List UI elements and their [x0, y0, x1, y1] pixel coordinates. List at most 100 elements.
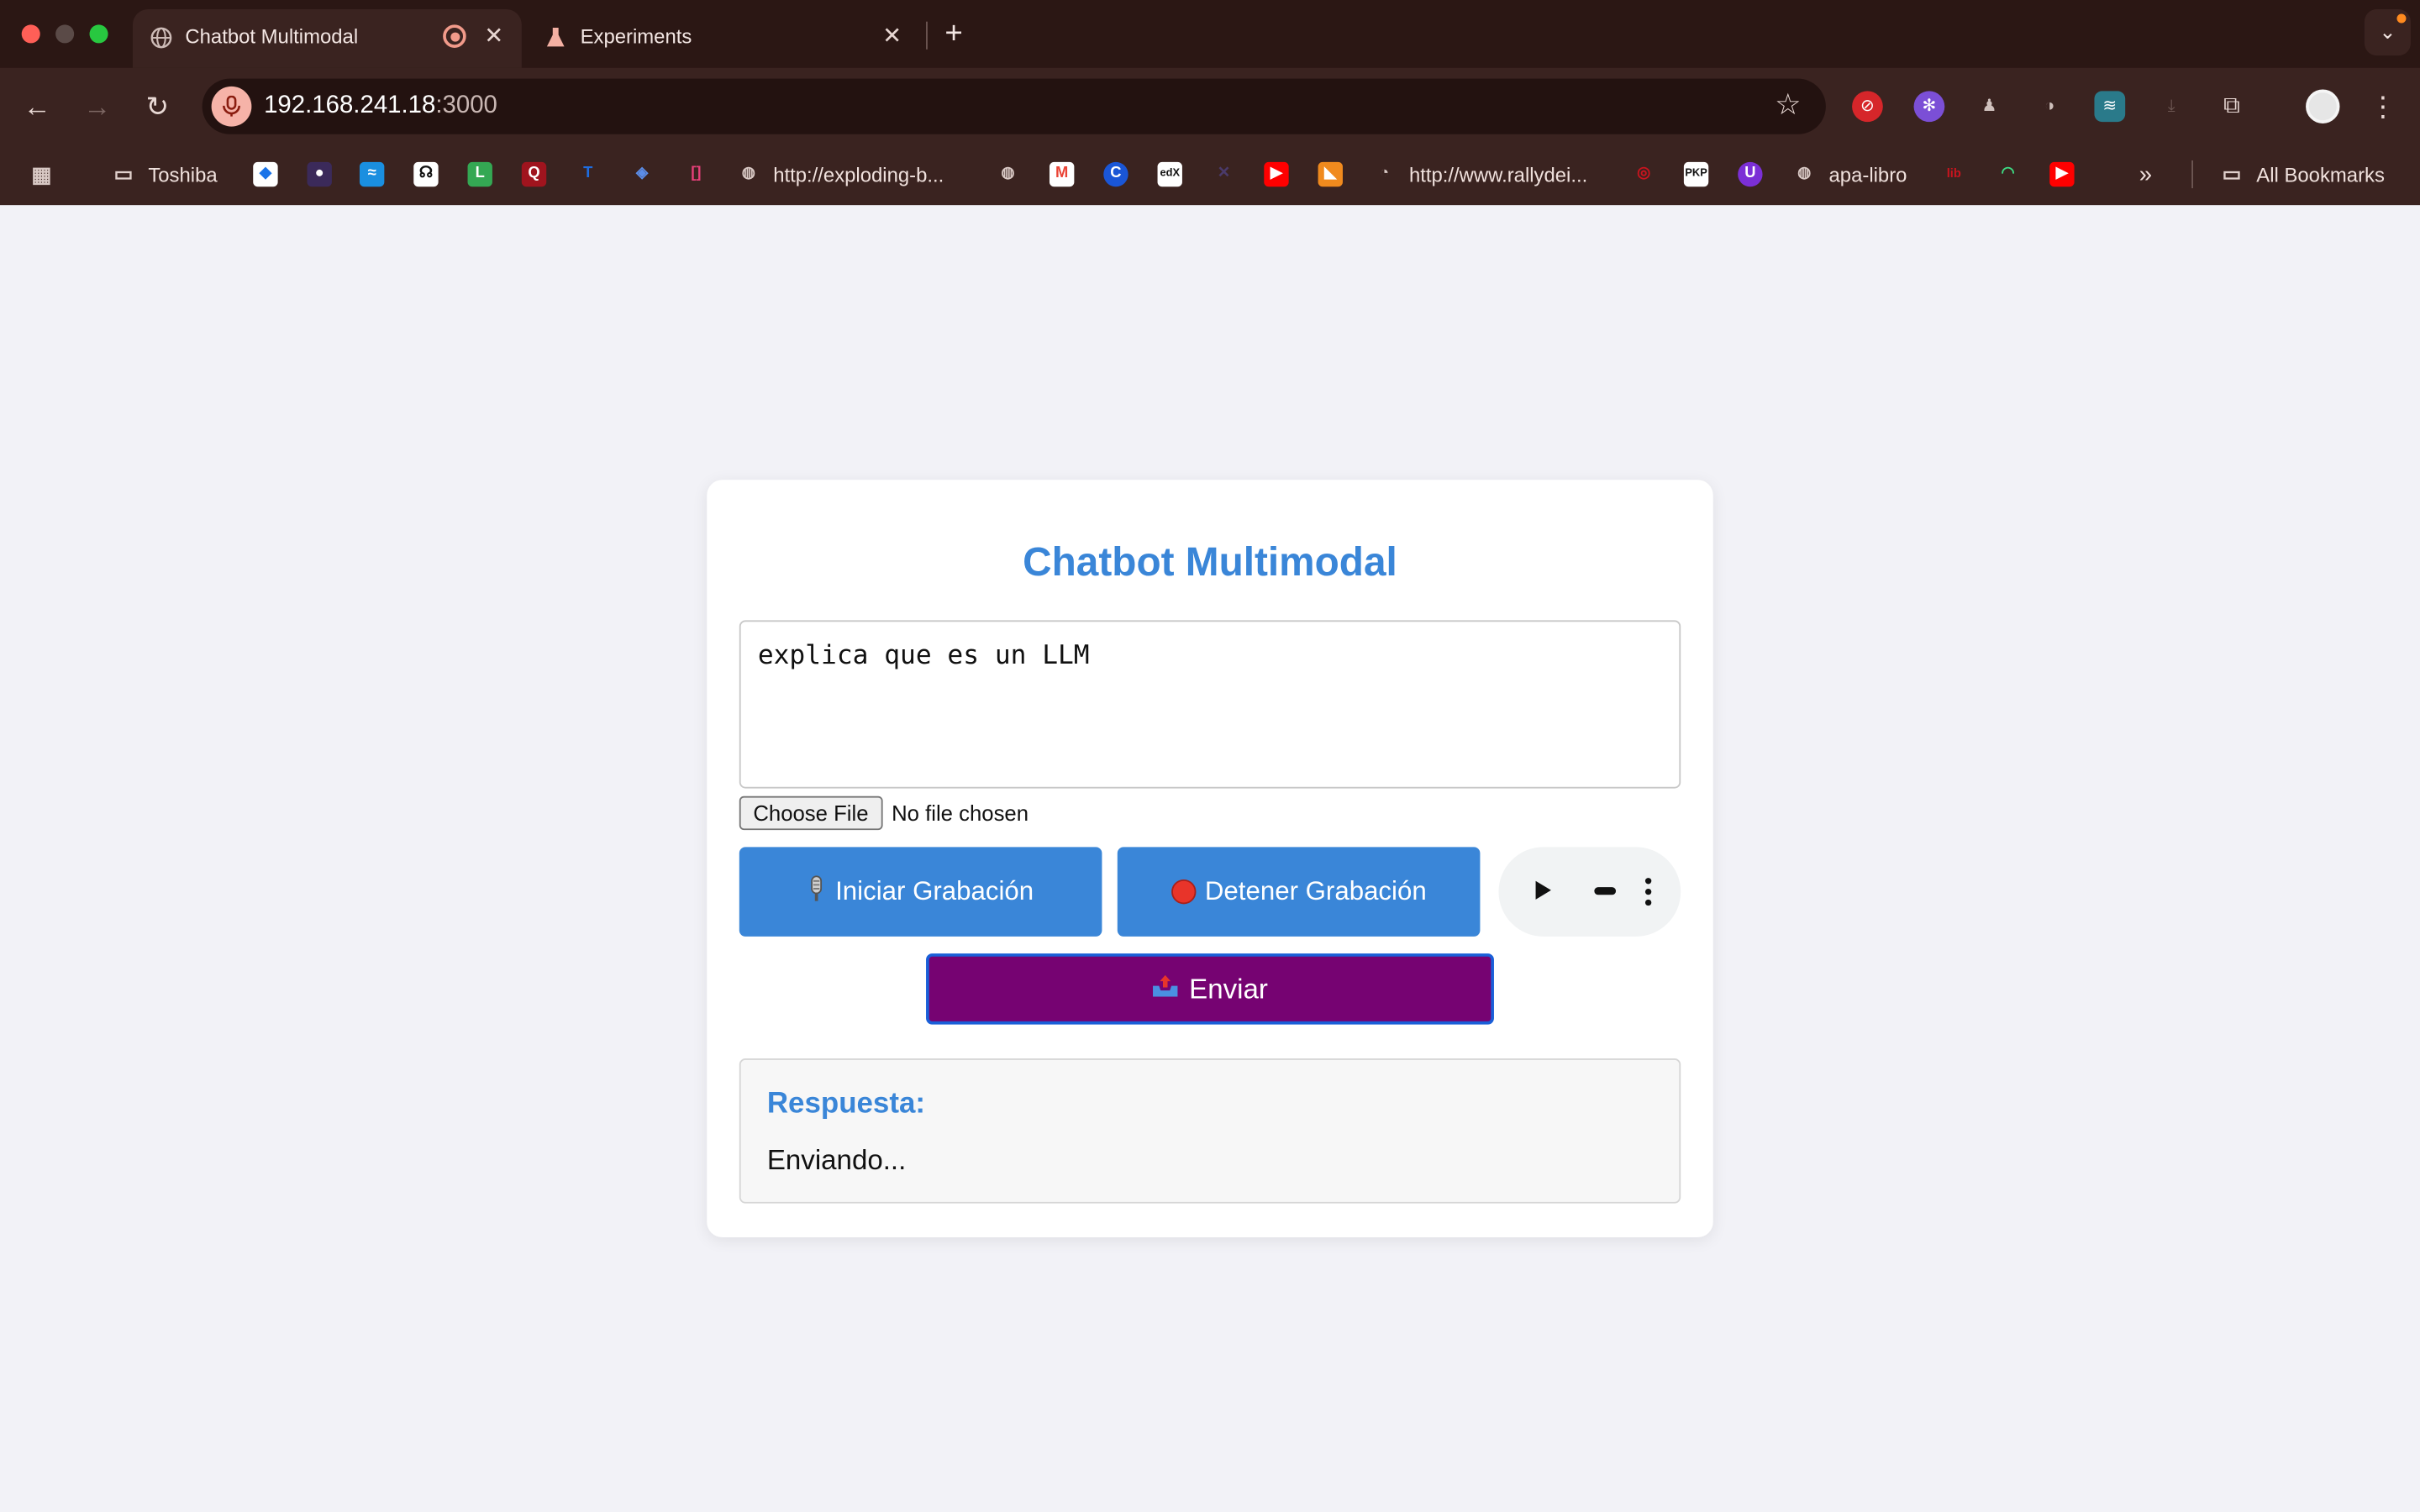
bookmark-label: http://exploding-b... — [773, 162, 944, 186]
back-button[interactable]: ← — [18, 88, 55, 125]
bookmark-icon-4[interactable]: ☊ — [413, 160, 450, 188]
youtube-icon-2[interactable]: ▶ — [2049, 160, 2086, 188]
folder-icon: ▭ — [2222, 161, 2242, 186]
globe-icon: ◍ — [741, 165, 755, 182]
extension-adblock-icon[interactable]: ⊘ — [1852, 91, 1883, 123]
bookmark-icon-5[interactable]: L — [467, 160, 505, 188]
apps-grid-icon[interactable]: ▦ — [29, 160, 66, 188]
notification-dot — [2396, 13, 2407, 24]
globe-icon: ◍ — [1797, 165, 1812, 182]
bookmark-icon-15[interactable]: PKP — [1683, 160, 1721, 188]
page-body: Chatbot Multimodal explica que es un LLM… — [0, 205, 2420, 1512]
outbox-tray-icon — [1152, 974, 1180, 1005]
clock-icon: ◔ — [1379, 165, 1390, 182]
page-title: Chatbot Multimodal — [1023, 538, 1397, 585]
bookmark-apa-libro[interactable]: ◍ apa-libro — [1791, 160, 1907, 188]
chatbot-card: Chatbot Multimodal explica que es un LLM… — [707, 480, 1713, 1238]
prompt-textarea[interactable]: explica que es un LLM — [739, 620, 1681, 789]
bookmark-icon-11[interactable]: C — [1103, 160, 1140, 188]
edx-icon[interactable]: edX — [1157, 160, 1195, 188]
url-text: 192.168.241.18:3000 — [264, 92, 497, 120]
volume-icon[interactable] — [1594, 887, 1617, 895]
tab-strip: Chatbot Multimodal ✕ Experiments ✕ + ⌄ — [0, 0, 2420, 68]
bookmark-icon-10[interactable]: ◍ — [996, 160, 1033, 188]
recording-indicator-icon — [443, 24, 466, 48]
flask-icon — [544, 24, 568, 49]
tab-title: Chatbot Multimodal — [185, 24, 359, 48]
extension-wave-icon[interactable]: ≋ — [2094, 91, 2126, 123]
folder-icon: ▭ — [113, 161, 134, 186]
extension-gear-icon[interactable]: ✻ — [1913, 91, 1945, 123]
bookmarks-divider — [2191, 160, 2194, 189]
bookmark-icon-1[interactable]: ◆ — [253, 160, 290, 188]
stop-sign-icon — [1171, 879, 1196, 905]
tab-chatbot[interactable]: Chatbot Multimodal ✕ — [132, 9, 522, 68]
close-tab-icon[interactable]: ✕ — [478, 22, 509, 53]
choose-file-button[interactable]: Choose File — [739, 795, 883, 831]
bookmark-label: All Bookmarks — [2256, 162, 2385, 186]
all-bookmarks-folder[interactable]: ▭ All Bookmarks — [2219, 160, 2385, 188]
audio-player[interactable] — [1498, 847, 1681, 937]
close-tab-icon[interactable]: ✕ — [876, 22, 908, 53]
new-tab-button[interactable]: + — [935, 15, 972, 52]
youtube-icon[interactable]: ▶ — [1264, 160, 1301, 188]
microphone-icon — [808, 874, 826, 908]
more-options-icon[interactable] — [1642, 878, 1655, 906]
bookmarks-bar: ▦ ▭ Toshiba ◆ ● ≈ ☊ L Q T ◈ [] ◍ http://ex… — [0, 148, 2420, 200]
bookmark-icon-7[interactable]: T — [576, 160, 613, 188]
bookmark-icon-13[interactable]: ◣ — [1318, 160, 1355, 188]
stop-recording-label: Detener Grabación — [1204, 876, 1427, 906]
bookmark-exploding[interactable]: ◍ http://exploding-b... — [736, 160, 944, 188]
bookmark-icon-3[interactable]: ≈ — [359, 160, 397, 188]
start-recording-label: Iniciar Grabación — [835, 876, 1034, 906]
send-label: Enviar — [1189, 973, 1268, 1004]
browser-chrome: Chatbot Multimodal ✕ Experiments ✕ + ⌄ ←… — [0, 0, 2420, 206]
url-host: 192.168.241.18 — [264, 92, 436, 119]
tab-divider — [926, 21, 928, 50]
more-bookmarks-chevron-icon[interactable]: » — [2139, 160, 2152, 188]
response-text: Enviando... — [766, 1144, 907, 1176]
reload-button[interactable]: ↻ — [139, 88, 176, 125]
bookmark-icon-12[interactable]: ✕ — [1212, 160, 1249, 188]
bookmark-folder-toshiba[interactable]: ▭ Toshiba — [111, 160, 218, 188]
globe-icon — [148, 24, 172, 49]
minimize-window-button[interactable] — [55, 24, 75, 44]
response-heading: Respuesta: — [766, 1087, 925, 1121]
maximize-window-button[interactable] — [89, 24, 108, 44]
file-status-text: No file chosen — [892, 801, 1029, 826]
profile-avatar[interactable] — [2306, 89, 2340, 123]
bookmark-rally[interactable]: ◔ http://www.rallydei... — [1372, 160, 1587, 188]
bookmark-label: http://www.rallydei... — [1408, 162, 1588, 186]
tab-search-button[interactable]: ⌄ — [2364, 9, 2411, 56]
bookmark-star-icon[interactable]: ☆ — [1775, 88, 1801, 125]
extension-glasses-icon[interactable]: ◑ — [2034, 91, 2065, 122]
stop-recording-button[interactable]: Detener Grabación — [1117, 847, 1481, 937]
bookmark-icon-9[interactable]: [] — [684, 160, 721, 188]
microphone-icon[interactable] — [211, 86, 252, 127]
gmail-icon[interactable]: M — [1049, 160, 1086, 188]
bookmark-icon-8[interactable]: ◈ — [629, 160, 666, 188]
bookmark-icon-17[interactable]: lib — [1942, 160, 1979, 188]
bookmark-icon-6[interactable]: Q — [521, 160, 559, 188]
response-panel: Respuesta: Enviando... — [739, 1058, 1681, 1204]
tab-experiments[interactable]: Experiments ✕ — [528, 9, 920, 68]
address-bar[interactable]: 192.168.241.18:3000 ☆ — [202, 78, 1826, 134]
bookmark-icon-14[interactable]: ◎ — [1631, 160, 1668, 188]
play-icon[interactable] — [1535, 880, 1551, 900]
browser-menu-icon[interactable]: ⋮ — [2368, 88, 2399, 125]
bookmark-icon-2[interactable]: ● — [307, 160, 345, 188]
bookmark-label: apa-libro — [1828, 162, 1907, 186]
bookmark-icon-16[interactable]: U — [1738, 160, 1775, 188]
file-input[interactable]: Choose File No file chosen — [739, 795, 1028, 832]
send-button[interactable]: Enviar — [926, 953, 1494, 1025]
extensions-puzzle-icon[interactable]: ⧉ — [2217, 91, 2248, 122]
download-icon[interactable]: ⤓ — [2156, 91, 2187, 122]
start-recording-button[interactable]: Iniciar Grabación — [739, 847, 1102, 937]
extension-person-icon[interactable]: ♟ — [1974, 91, 2005, 122]
close-window-button[interactable] — [21, 24, 40, 44]
tab-title: Experiments — [580, 24, 692, 48]
url-port: :3000 — [435, 92, 497, 119]
bookmark-label: Toshiba — [148, 162, 218, 186]
forward-button[interactable]: → — [79, 88, 116, 125]
android-icon[interactable]: ◠ — [1996, 160, 2033, 188]
